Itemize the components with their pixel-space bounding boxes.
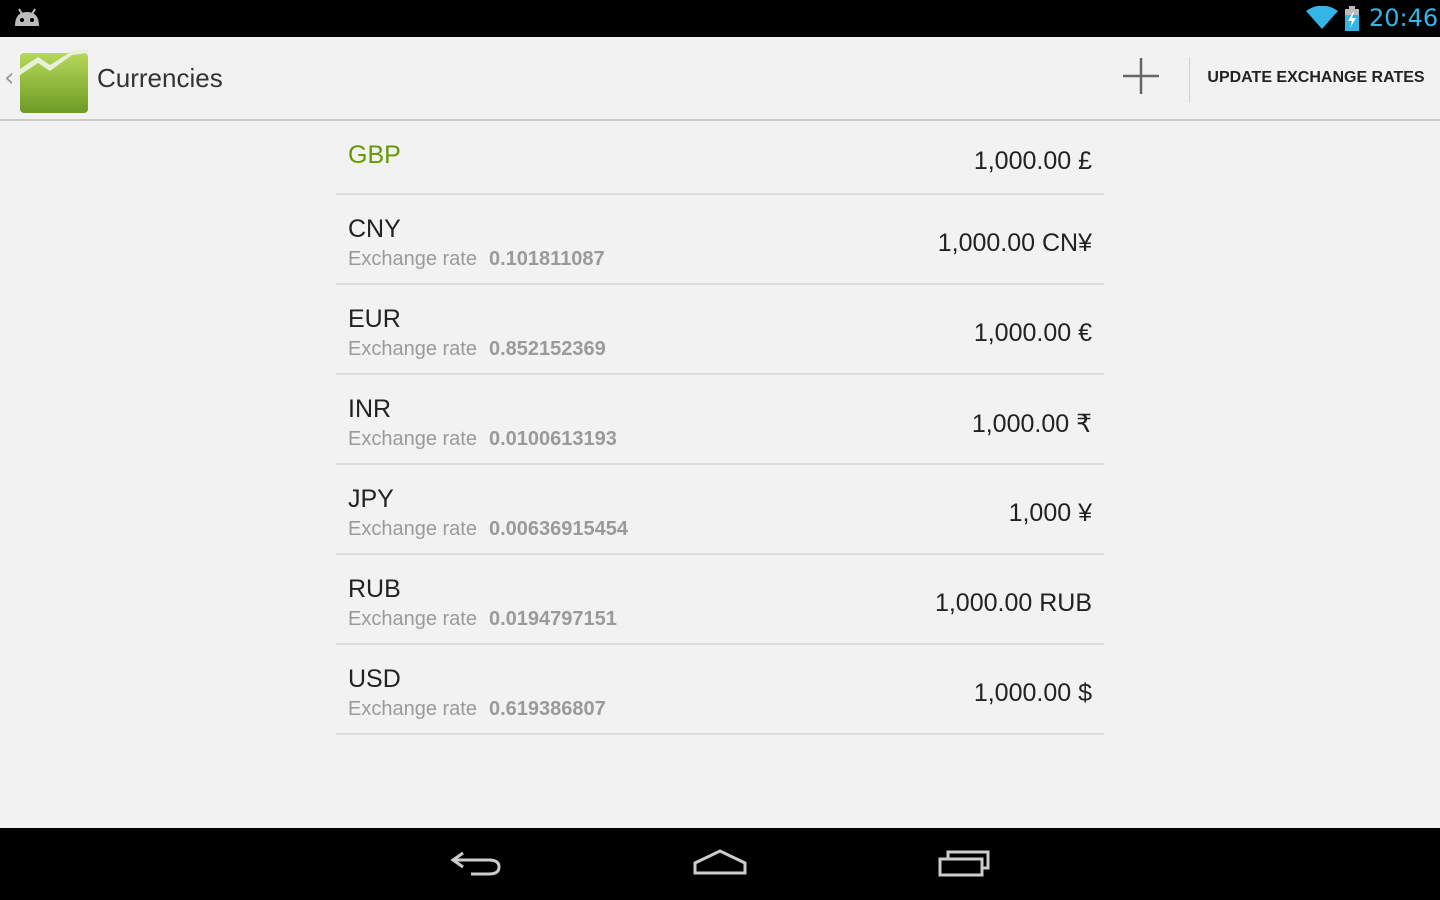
recent-apps-button[interactable]	[914, 840, 1014, 890]
currency-list: GBP 1,000.00 £ CNY Exchange rate 0.101811…	[336, 121, 1104, 735]
currency-code: EUR	[348, 305, 401, 333]
battery-charging-icon	[1344, 6, 1360, 36]
status-bar: 20:46	[0, 0, 1440, 37]
currency-amount: 1,000.00 CN¥	[937, 229, 1092, 257]
plus-icon	[1122, 57, 1160, 99]
currency-row-rub[interactable]: RUB Exchange rate 0.0194797151 1,000.00 R…	[336, 555, 1104, 645]
exchange-rate-line: Exchange rate 0.0194797151	[348, 608, 617, 631]
exchange-rate-label: Exchange rate	[348, 698, 477, 720]
exchange-rate-value: 0.852152369	[488, 338, 606, 360]
exchange-rate-label: Exchange rate	[348, 518, 477, 540]
exchange-rate-line: Exchange rate 0.00636915454	[348, 518, 628, 541]
currency-row-cny[interactable]: CNY Exchange rate 0.101811087 1,000.00 CN…	[336, 195, 1104, 285]
currency-code: CNY	[348, 215, 401, 243]
currency-amount: 1,000.00 €	[973, 319, 1092, 347]
home-icon	[692, 847, 748, 883]
exchange-rate-value: 0.0194797151	[488, 608, 617, 630]
back-icon	[449, 847, 505, 883]
currency-amount: 1,000.00 RUB	[934, 589, 1092, 617]
currency-amount: 1,000.00 ₹	[971, 410, 1092, 438]
currency-code: RUB	[348, 575, 401, 603]
exchange-rate-value: 0.0100613193	[488, 428, 617, 450]
currency-code: USD	[348, 665, 401, 693]
recents-icon	[936, 847, 992, 883]
exchange-rate-value: 0.619386807	[488, 698, 606, 720]
exchange-rate-label: Exchange rate	[348, 338, 477, 360]
app-screen: ‹ Currencies UPDATE EXCHANGE RATES GBP 1…	[0, 37, 1440, 828]
back-button[interactable]	[427, 840, 527, 890]
currency-row-inr[interactable]: INR Exchange rate 0.0100613193 1,000.00 ₹	[336, 375, 1104, 465]
exchange-rate-value: 0.101811087	[488, 248, 605, 270]
action-bar: ‹ Currencies UPDATE EXCHANGE RATES	[0, 37, 1440, 119]
add-currency-button[interactable]	[1106, 47, 1176, 109]
currency-row-usd[interactable]: USD Exchange rate 0.619386807 1,000.00 $	[336, 645, 1104, 735]
currency-amount: 1,000.00 £	[973, 147, 1092, 175]
home-button[interactable]	[670, 840, 770, 890]
action-divider	[1189, 57, 1190, 103]
exchange-rate-line: Exchange rate 0.852152369	[348, 338, 606, 361]
exchange-rate-line: Exchange rate 0.0100613193	[348, 428, 617, 451]
navigation-bar	[0, 828, 1440, 900]
currency-row-jpy[interactable]: JPY Exchange rate 0.00636915454 1,000 ¥	[336, 465, 1104, 555]
currency-code: INR	[348, 395, 392, 423]
currency-amount: 1,000.00 $	[973, 679, 1092, 707]
up-caret-icon[interactable]: ‹	[4, 63, 14, 93]
exchange-rate-label: Exchange rate	[348, 608, 477, 630]
currency-code: GBP	[348, 141, 401, 169]
page-title: Currencies	[97, 63, 223, 93]
android-icon	[12, 6, 42, 34]
currency-amount: 1,000 ¥	[1008, 499, 1092, 527]
exchange-rate-label: Exchange rate	[348, 248, 477, 270]
currency-row-gbp[interactable]: GBP 1,000.00 £	[336, 121, 1104, 195]
update-exchange-rates-button[interactable]: UPDATE EXCHANGE RATES	[1192, 47, 1440, 109]
currency-row-eur[interactable]: EUR Exchange rate 0.852152369 1,000.00 €	[336, 285, 1104, 375]
exchange-rate-value: 0.00636915454	[488, 518, 629, 540]
wifi-icon	[1306, 5, 1338, 34]
exchange-rate-label: Exchange rate	[348, 428, 477, 450]
currency-code: JPY	[348, 485, 394, 513]
clock: 20:46	[1369, 4, 1439, 32]
exchange-rate-line: Exchange rate 0.101811087	[348, 248, 605, 271]
app-logo-icon[interactable]	[20, 49, 90, 119]
exchange-rate-line: Exchange rate 0.619386807	[348, 698, 606, 721]
